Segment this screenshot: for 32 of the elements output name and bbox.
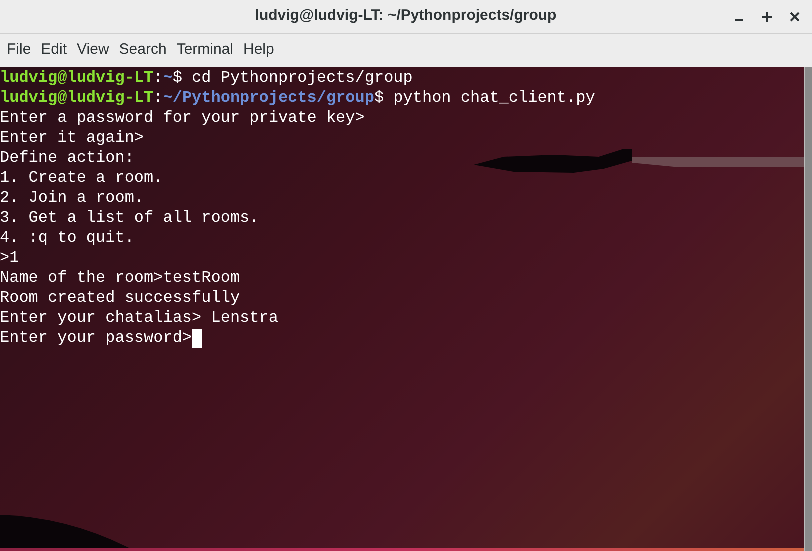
output-text: Define action:	[0, 148, 134, 168]
menu-item[interactable]: File	[2, 39, 36, 62]
maximize-icon[interactable]	[762, 12, 772, 22]
output-text: Room created successfully	[0, 288, 240, 308]
prompt-separator: :	[154, 88, 164, 108]
output-text: 2. Join a room.	[0, 188, 144, 208]
close-icon[interactable]	[790, 12, 800, 22]
command-text: cd Pythonprojects/group	[192, 68, 413, 88]
menu-item[interactable]: View	[72, 39, 114, 62]
output-text: 4. :q to quit.	[0, 228, 134, 248]
prompt-symbol: $	[172, 68, 182, 88]
output-text: 1. Create a room.	[0, 168, 164, 188]
menu-item[interactable]: Search	[114, 39, 172, 62]
output-text: Enter your password>	[0, 328, 192, 348]
output-text: Enter a password for your private key>	[0, 108, 365, 128]
output-text: >1	[0, 248, 20, 268]
prompt-path: ~/Pythonprojects/group	[163, 88, 374, 108]
command-text: python chat_client.py	[394, 88, 596, 108]
menu-item[interactable]: Edit	[36, 39, 72, 62]
output-text: Name of the room>testRoom	[0, 268, 240, 288]
prompt-symbol: $	[374, 88, 384, 108]
output-text: 3. Get a list of all rooms.	[0, 208, 260, 228]
window-title: ludvig@ludvig-LT: ~/Pythonprojects/group	[254, 6, 558, 26]
output-text: Enter your chatalias> Lenstra	[0, 308, 278, 328]
menu-item[interactable]: Help	[238, 39, 280, 62]
prompt-separator: :	[154, 68, 164, 88]
menu-item[interactable]: Terminal	[172, 39, 238, 62]
prompt-path: ~	[163, 68, 173, 88]
output-text: Enter it again>	[0, 128, 144, 148]
prompt-user: ludvig@ludvig-LT	[0, 68, 154, 88]
scrollbar[interactable]	[804, 67, 812, 551]
prompt-user: ludvig@ludvig-LT	[0, 88, 154, 108]
